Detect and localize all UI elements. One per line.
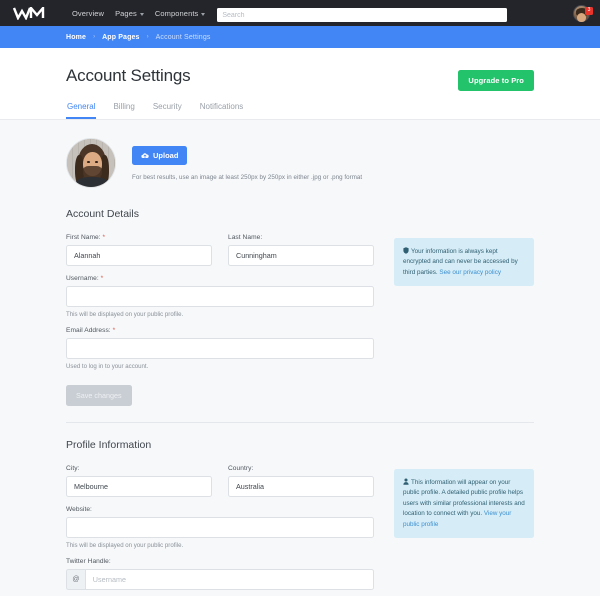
username-label: Username: *	[66, 275, 374, 282]
username-input[interactable]	[66, 286, 374, 307]
country-label: Country:	[228, 465, 254, 472]
first-name-label-text: First Name:	[66, 234, 101, 241]
country-field: Country:	[228, 465, 374, 497]
account-details-grid: First Name: * Last Name:	[66, 234, 534, 406]
main-content: Upload For best results, use an image at…	[0, 120, 600, 596]
profile-information-section: Profile Information City: Country: Websi…	[66, 423, 534, 596]
nav-item-overview-label: Overview	[72, 8, 105, 18]
website-field: Website: This will be displayed on your …	[66, 506, 374, 549]
city-input[interactable]	[66, 476, 212, 497]
tab-bar: General Billing Security Notifications	[66, 102, 534, 119]
notification-badge[interactable]: 3	[585, 6, 593, 15]
public-profile-info-box: This information will appear on your pub…	[394, 469, 534, 538]
twitter-handle-label: Twitter Handle:	[66, 558, 111, 565]
account-details-title: Account Details	[66, 208, 139, 220]
brand-logo[interactable]	[0, 0, 60, 26]
avatar-eye-left	[87, 161, 90, 163]
nav-item-overview[interactable]: Overview	[72, 9, 104, 18]
shield-icon	[403, 246, 409, 258]
email-label: Email Address: *	[66, 327, 374, 334]
last-name-label-text: Last Name:	[228, 234, 263, 241]
chevron-down-icon	[201, 12, 206, 16]
breadcrumb: Home › App Pages › Account Settings	[0, 26, 600, 48]
username-label-text: Username:	[66, 275, 99, 282]
nav-item-pages[interactable]: Pages	[115, 9, 144, 18]
navbar-right: 3	[573, 4, 593, 22]
last-name-input[interactable]	[228, 245, 374, 266]
page-header: Account Settings Upgrade to Pro General …	[0, 48, 600, 120]
email-label-text: Email Address:	[66, 327, 111, 334]
avatar[interactable]: 3	[573, 4, 593, 22]
upload-button[interactable]: Upload	[132, 145, 188, 165]
profile-avatar[interactable]	[66, 138, 116, 188]
email-input[interactable]	[66, 338, 374, 359]
website-help-text: This will be displayed on your public pr…	[66, 542, 184, 549]
breadcrumb-separator: ›	[146, 34, 149, 40]
profile-photo-section: Upload For best results, use an image at…	[66, 120, 534, 208]
first-name-label: First Name: *	[66, 234, 212, 241]
last-name-field: Last Name:	[228, 234, 374, 266]
required-marker: *	[102, 234, 106, 241]
account-details-section: Account Details First Name: * Last Name:	[66, 208, 534, 423]
breadcrumb-item-account-settings: Account Settings	[155, 33, 211, 41]
profile-information-grid: City: Country: Website: This will be dis…	[66, 465, 534, 596]
profile-information-title: Profile Information	[66, 439, 152, 451]
top-navbar: Overview Pages Components 3	[0, 0, 600, 26]
wm-logo-icon	[13, 6, 45, 20]
search-container	[217, 4, 508, 23]
tab-security[interactable]: Security	[152, 102, 183, 119]
nav-links: Overview Pages Components	[72, 9, 206, 18]
breadcrumb-item-app-pages[interactable]: App Pages	[102, 34, 140, 41]
profile-information-aside: This information will appear on your pub…	[394, 465, 534, 596]
avatar-eye-right	[95, 161, 98, 163]
first-name-input[interactable]	[66, 245, 212, 266]
tab-billing[interactable]: Billing	[112, 102, 135, 119]
tab-general[interactable]: General	[66, 102, 97, 119]
profile-information-form: City: Country: Website: This will be dis…	[66, 465, 374, 596]
privacy-info-box: Your information is always kept encrypte…	[394, 238, 534, 287]
account-details-aside: Your information is always kept encrypte…	[394, 234, 534, 406]
username-help-text: This will be displayed on your public pr…	[66, 311, 184, 318]
upgrade-to-pro-button[interactable]: Upgrade to Pro	[458, 70, 534, 91]
avatar-body	[76, 177, 108, 187]
breadcrumb-separator: ›	[93, 34, 96, 40]
upload-button-label: Upload	[153, 150, 179, 160]
tab-notifications[interactable]: Notifications	[199, 102, 245, 119]
cloud-upload-icon	[141, 152, 149, 158]
at-sign-icon: @	[66, 569, 85, 590]
chevron-down-icon	[139, 12, 144, 16]
email-help-text: Used to log in to your account.	[66, 363, 149, 370]
twitter-handle-input[interactable]	[84, 569, 374, 590]
email-field: Email Address: * Used to log in to your …	[66, 327, 374, 370]
required-marker: *	[112, 327, 116, 334]
first-name-field: First Name: *	[66, 234, 212, 266]
city-label: City:	[66, 465, 80, 472]
required-marker: *	[100, 275, 104, 282]
twitter-handle-field: Twitter Handle: @	[66, 558, 374, 590]
location-field-row: City: Country:	[66, 465, 374, 506]
twitter-input-group: @	[66, 569, 374, 590]
search-input[interactable]	[217, 8, 508, 23]
breadcrumb-item-home[interactable]: Home	[66, 34, 86, 41]
name-field-row: First Name: * Last Name:	[66, 234, 374, 275]
country-input[interactable]	[228, 476, 374, 497]
nav-item-components-label: Components	[154, 8, 199, 18]
nav-item-pages-label: Pages	[115, 8, 137, 18]
last-name-label: Last Name:	[228, 234, 374, 241]
save-changes-button[interactable]: Save changes	[66, 385, 132, 406]
upload-column: Upload For best results, use an image at…	[132, 145, 363, 181]
city-field: City:	[66, 465, 212, 497]
website-input[interactable]	[66, 517, 374, 538]
privacy-policy-link[interactable]: See our privacy policy	[439, 269, 501, 276]
upload-hint-text: For best results, use an image at least …	[132, 173, 363, 181]
website-label: Website:	[66, 506, 92, 513]
username-field: Username: * This will be displayed on yo…	[66, 275, 374, 318]
account-details-form: First Name: * Last Name:	[66, 234, 374, 406]
user-icon	[403, 477, 409, 489]
nav-item-components[interactable]: Components	[155, 9, 206, 18]
